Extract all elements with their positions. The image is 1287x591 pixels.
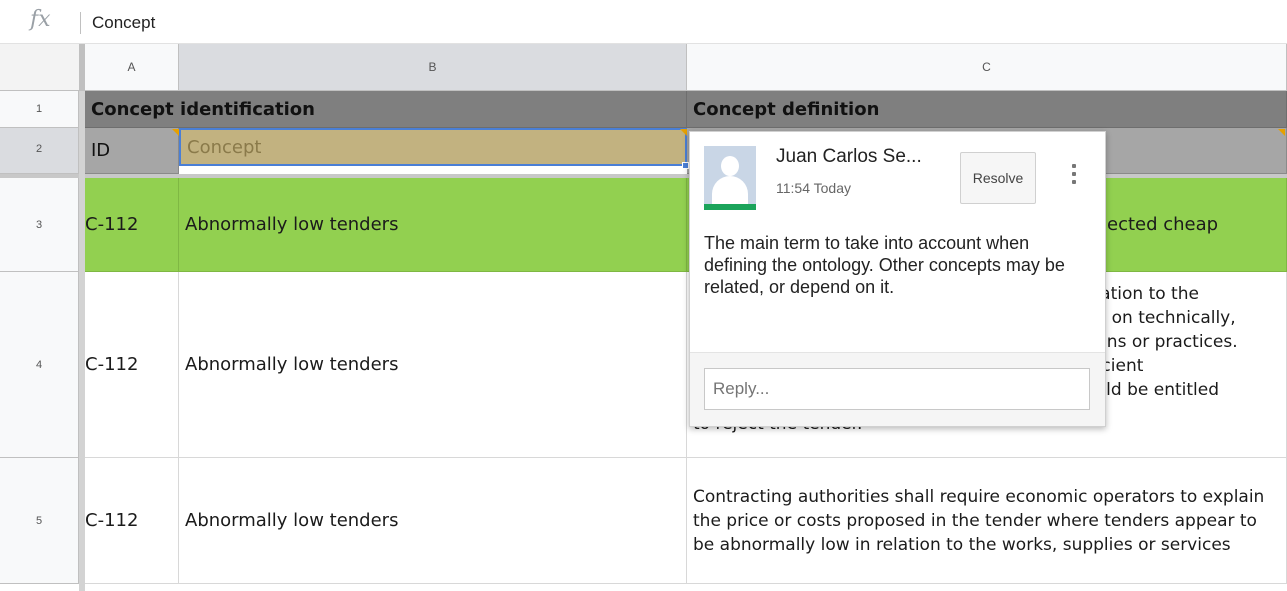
avatar-head-shape (721, 156, 739, 176)
avatar-body-shape (712, 176, 748, 204)
comment-timestamp: 11:54 Today (776, 180, 851, 196)
avatar-status-bar (704, 204, 756, 210)
cell-b5-concept[interactable]: Abnormally low tenders (179, 458, 687, 584)
note-indicator-icon (1278, 129, 1285, 136)
reply-input[interactable] (704, 368, 1090, 410)
cell-c1-concept-definition[interactable]: Concept definition (687, 91, 1287, 128)
cell-a2-id[interactable]: ID (85, 128, 179, 174)
formula-separator (80, 12, 81, 34)
definition-line: ed on technically, (1085, 308, 1236, 328)
more-options-icon[interactable] (1068, 164, 1080, 194)
row-header-1[interactable]: 1 (0, 91, 79, 128)
cell-a1-concept-identification[interactable]: Concept identification (85, 91, 687, 128)
formula-bar: fx Concept (0, 0, 1287, 44)
selection-fill-handle[interactable] (682, 162, 689, 169)
resolve-button[interactable]: Resolve (960, 152, 1036, 204)
comment-author: Juan Carlos Se... (776, 146, 922, 167)
row-header-4[interactable]: 4 (0, 272, 79, 458)
cell-a3-id[interactable]: C-112 (79, 178, 179, 272)
column-header-a[interactable]: A (85, 44, 179, 91)
fx-icon: fx (30, 7, 51, 32)
definition-line: tions or practices. (1085, 332, 1238, 352)
cell-c5-definition[interactable]: Contracting authorities shall require ec… (687, 458, 1287, 584)
note-indicator-icon (680, 129, 687, 136)
avatar (704, 146, 756, 204)
formula-input[interactable]: Concept (92, 13, 155, 33)
cell-b3-concept[interactable]: Abnormally low tenders (179, 178, 687, 272)
column-header-b[interactable]: B (179, 44, 687, 91)
cell-a5-id[interactable]: C-112 (79, 458, 179, 584)
cell-b4-concept[interactable]: Abnormally low tenders (179, 272, 687, 458)
cell-a4-id[interactable]: C-112 (79, 272, 179, 458)
cell-b2-concept-selected[interactable]: Concept (179, 128, 687, 166)
comment-body: The main term to take into account when … (704, 233, 1065, 297)
freeze-column-divider[interactable] (79, 91, 85, 591)
row-header-5[interactable]: 5 (0, 458, 79, 584)
comment-popup: Juan Carlos Se... 11:54 Today Resolve Th… (689, 131, 1106, 427)
row-header-2[interactable]: 2 (0, 128, 79, 174)
row-header-3[interactable]: 3 (0, 178, 79, 272)
note-indicator-icon (172, 129, 179, 136)
select-all-corner[interactable] (0, 44, 85, 91)
comment-reply-area (690, 353, 1105, 426)
column-header-c[interactable]: C (687, 44, 1287, 91)
